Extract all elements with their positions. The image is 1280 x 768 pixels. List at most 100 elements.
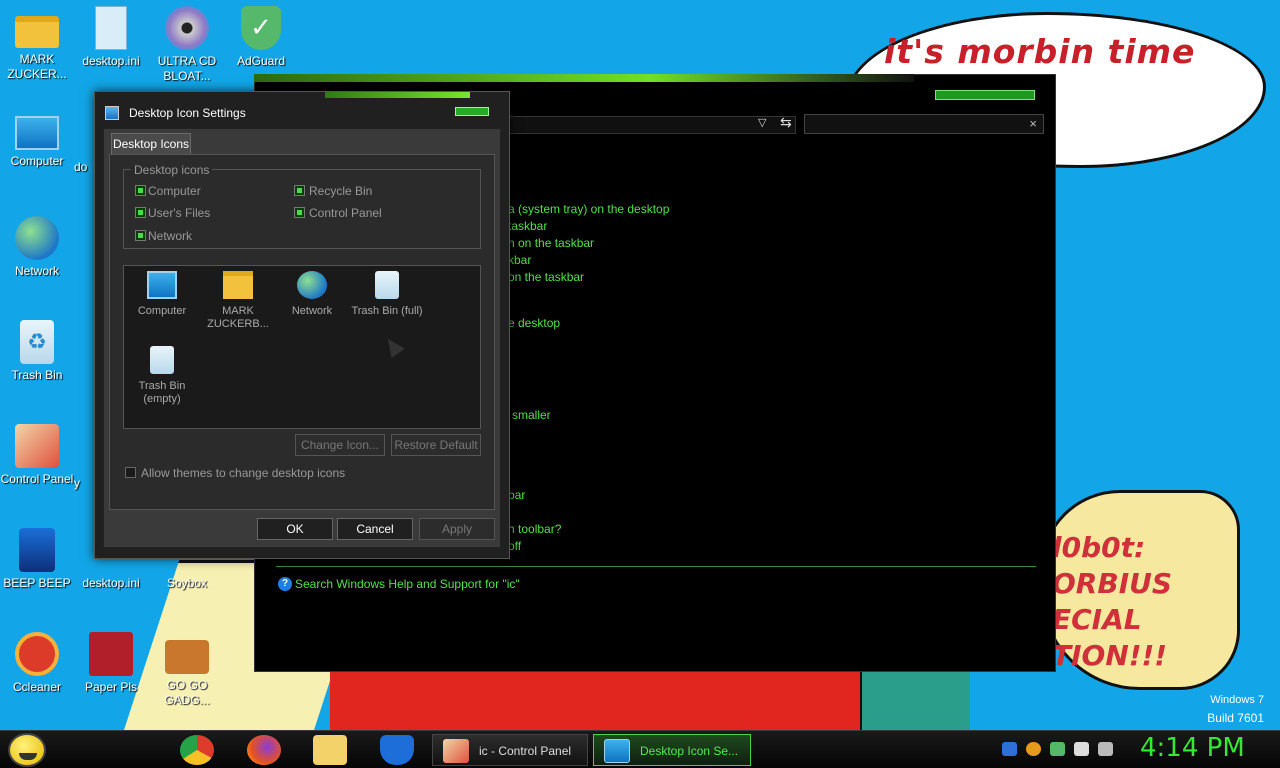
firefox-icon[interactable] bbox=[247, 735, 281, 765]
apply-button[interactable]: Apply bbox=[419, 518, 495, 540]
wallpaper-caption-line: l0b0t: bbox=[1052, 531, 1146, 564]
desktop-icon-label: y bbox=[74, 476, 80, 490]
desktop-icon-label: ULTRA CD BLOAT... bbox=[157, 54, 217, 83]
network-icon[interactable] bbox=[1074, 742, 1089, 756]
network-checkbox[interactable] bbox=[135, 230, 146, 241]
clock[interactable]: 4:14 PM bbox=[1140, 733, 1245, 763]
close-icon[interactable]: × bbox=[1029, 116, 1037, 131]
windows-help-link[interactable]: Search Windows Help and Support for "ic" bbox=[295, 577, 520, 591]
list-item-network[interactable]: Network bbox=[274, 271, 350, 318]
list-item-trash-full[interactable]: Trash Bin (full) bbox=[349, 271, 425, 318]
computer-icon bbox=[604, 739, 630, 763]
desktop-icon-adguard[interactable]: ✓ AdGuard bbox=[224, 6, 298, 69]
desktop-icon-label: MARK ZUCKER... bbox=[7, 52, 67, 81]
help-icon: ? bbox=[278, 577, 292, 591]
desktop-icon-paper-pls[interactable]: Paper Pls bbox=[74, 632, 148, 695]
file-explorer-icon[interactable] bbox=[313, 735, 347, 765]
desktop-icon-ccleaner[interactable]: Ccleaner bbox=[0, 632, 74, 695]
search-result-link[interactable]: n on the taskbar bbox=[508, 236, 594, 250]
search-result-link[interactable]: bar bbox=[508, 488, 525, 502]
desktop-icon-label: Computer bbox=[10, 154, 64, 168]
desktop-icon-network[interactable]: Network bbox=[0, 216, 74, 279]
desktop-icon-control-panel[interactable]: Control Panel bbox=[0, 424, 74, 487]
allow-themes-label: Allow themes to change desktop icons bbox=[141, 466, 346, 480]
windows-watermark: Windows 7 bbox=[1210, 694, 1264, 706]
list-item-mark-zuckerberg[interactable]: MARK ZUCKERB... bbox=[200, 271, 276, 331]
window-accent-bar bbox=[254, 74, 914, 82]
shield-icon: ✓ bbox=[241, 6, 281, 50]
folder-icon bbox=[223, 271, 253, 299]
volume-icon[interactable] bbox=[1098, 742, 1113, 756]
search-result-link[interactable]: e desktop bbox=[508, 316, 560, 330]
list-item-label: Trash Bin (empty) bbox=[138, 380, 186, 405]
desktop-icon-do[interactable]: do bbox=[74, 112, 94, 175]
users-files-checkbox[interactable] bbox=[135, 207, 146, 218]
checkbox-label: User's Files bbox=[148, 206, 211, 220]
desktop-icon-ultra-cd[interactable]: ULTRA CD BLOAT... bbox=[150, 6, 224, 84]
build-watermark: Build 7601 bbox=[1207, 711, 1264, 725]
search-result-link[interactable]: kbar bbox=[508, 253, 531, 267]
shield-icon[interactable] bbox=[1002, 742, 1017, 756]
dialog-title: Desktop Icon Settings bbox=[129, 106, 246, 120]
list-item-label: Trash Bin (full) bbox=[351, 305, 423, 317]
desktop-icon-label: Paper Pls bbox=[84, 680, 138, 694]
search-icon[interactable] bbox=[1026, 742, 1041, 756]
checkbox-label: Computer bbox=[148, 184, 201, 198]
file-icon bbox=[95, 6, 127, 50]
address-bar[interactable] bbox=[506, 116, 796, 134]
taskbar-item-label: Desktop Icon Se... bbox=[640, 744, 739, 758]
cd-icon bbox=[165, 6, 209, 50]
window-accent-bar bbox=[325, 92, 470, 98]
desktop-icon-beep-beep[interactable]: BEEP BEEP bbox=[0, 528, 74, 591]
desktop-icon-go-go-gadg[interactable]: GO GO GADG... bbox=[150, 632, 224, 708]
settings-icon bbox=[105, 106, 119, 120]
group-label: Desktop icons bbox=[131, 163, 213, 177]
recycle-bin-icon: ♻ bbox=[20, 320, 54, 364]
list-item-label: Computer bbox=[137, 305, 187, 317]
search-result-link[interactable]: smaller bbox=[512, 408, 551, 422]
list-item-label: MARK ZUCKERB... bbox=[207, 305, 269, 330]
desktop-icon-label: do bbox=[74, 160, 88, 174]
close-button[interactable] bbox=[455, 107, 489, 116]
briefcase-icon bbox=[165, 640, 209, 674]
checkbox-label: Network bbox=[148, 229, 193, 243]
folder-icon bbox=[15, 16, 59, 48]
defender-icon[interactable] bbox=[380, 735, 414, 765]
start-button[interactable] bbox=[8, 733, 46, 767]
desktop-icon-label: GO GO GADG... bbox=[164, 678, 210, 707]
file-icon bbox=[74, 112, 94, 156]
divider bbox=[276, 566, 1036, 567]
recycle-bin-checkbox[interactable] bbox=[294, 185, 305, 196]
taskbar-item-control-panel[interactable]: ic - Control Panel bbox=[432, 734, 588, 766]
list-item-computer[interactable]: Computer bbox=[124, 271, 200, 318]
ok-button[interactable]: OK bbox=[257, 518, 333, 540]
chevron-down-icon[interactable]: ▽ bbox=[758, 116, 766, 129]
desktop-icon-mark-zucker[interactable]: MARK ZUCKER... bbox=[0, 6, 74, 82]
computer-icon bbox=[147, 271, 177, 299]
desktop-icon-computer[interactable]: Computer bbox=[0, 112, 74, 169]
desktop-icon-desktop-ini[interactable]: desktop.ini bbox=[74, 6, 148, 69]
desktop-icon-label: Trash Bin bbox=[11, 368, 63, 382]
adguard-icon[interactable] bbox=[1050, 742, 1065, 756]
taskbar-item-desktop-icon-settings[interactable]: Desktop Icon Se... bbox=[593, 734, 751, 766]
search-result-link[interactable]: on the taskbar bbox=[508, 270, 584, 284]
tab-desktop-icons[interactable]: Desktop Icons bbox=[111, 133, 191, 155]
desktop-icon-label: BEEP BEEP bbox=[3, 576, 71, 590]
allow-themes-checkbox[interactable] bbox=[125, 467, 136, 478]
network-icon bbox=[297, 271, 327, 299]
search-input[interactable]: × bbox=[804, 114, 1044, 134]
change-icon-button[interactable]: Change Icon... bbox=[295, 434, 385, 456]
cancel-button[interactable]: Cancel bbox=[337, 518, 413, 540]
search-result-link[interactable]: a (system tray) on the desktop bbox=[508, 202, 669, 216]
window-control-buttons[interactable] bbox=[935, 90, 1035, 100]
refresh-icon[interactable]: ⇆ bbox=[780, 114, 792, 131]
list-item-trash-empty[interactable]: Trash Bin (empty) bbox=[124, 346, 200, 406]
search-result-link[interactable]: h toolbar? bbox=[508, 522, 561, 536]
restore-default-button[interactable]: Restore Default bbox=[391, 434, 481, 456]
control-panel-checkbox[interactable] bbox=[294, 207, 305, 218]
search-result-link[interactable]: taskbar bbox=[508, 219, 547, 233]
computer-checkbox[interactable] bbox=[135, 185, 146, 196]
chrome-icon[interactable] bbox=[180, 735, 214, 765]
desktop-icon-trash-bin[interactable]: ♻ Trash Bin bbox=[0, 320, 74, 383]
desktop-icon-y[interactable]: y bbox=[74, 476, 94, 491]
